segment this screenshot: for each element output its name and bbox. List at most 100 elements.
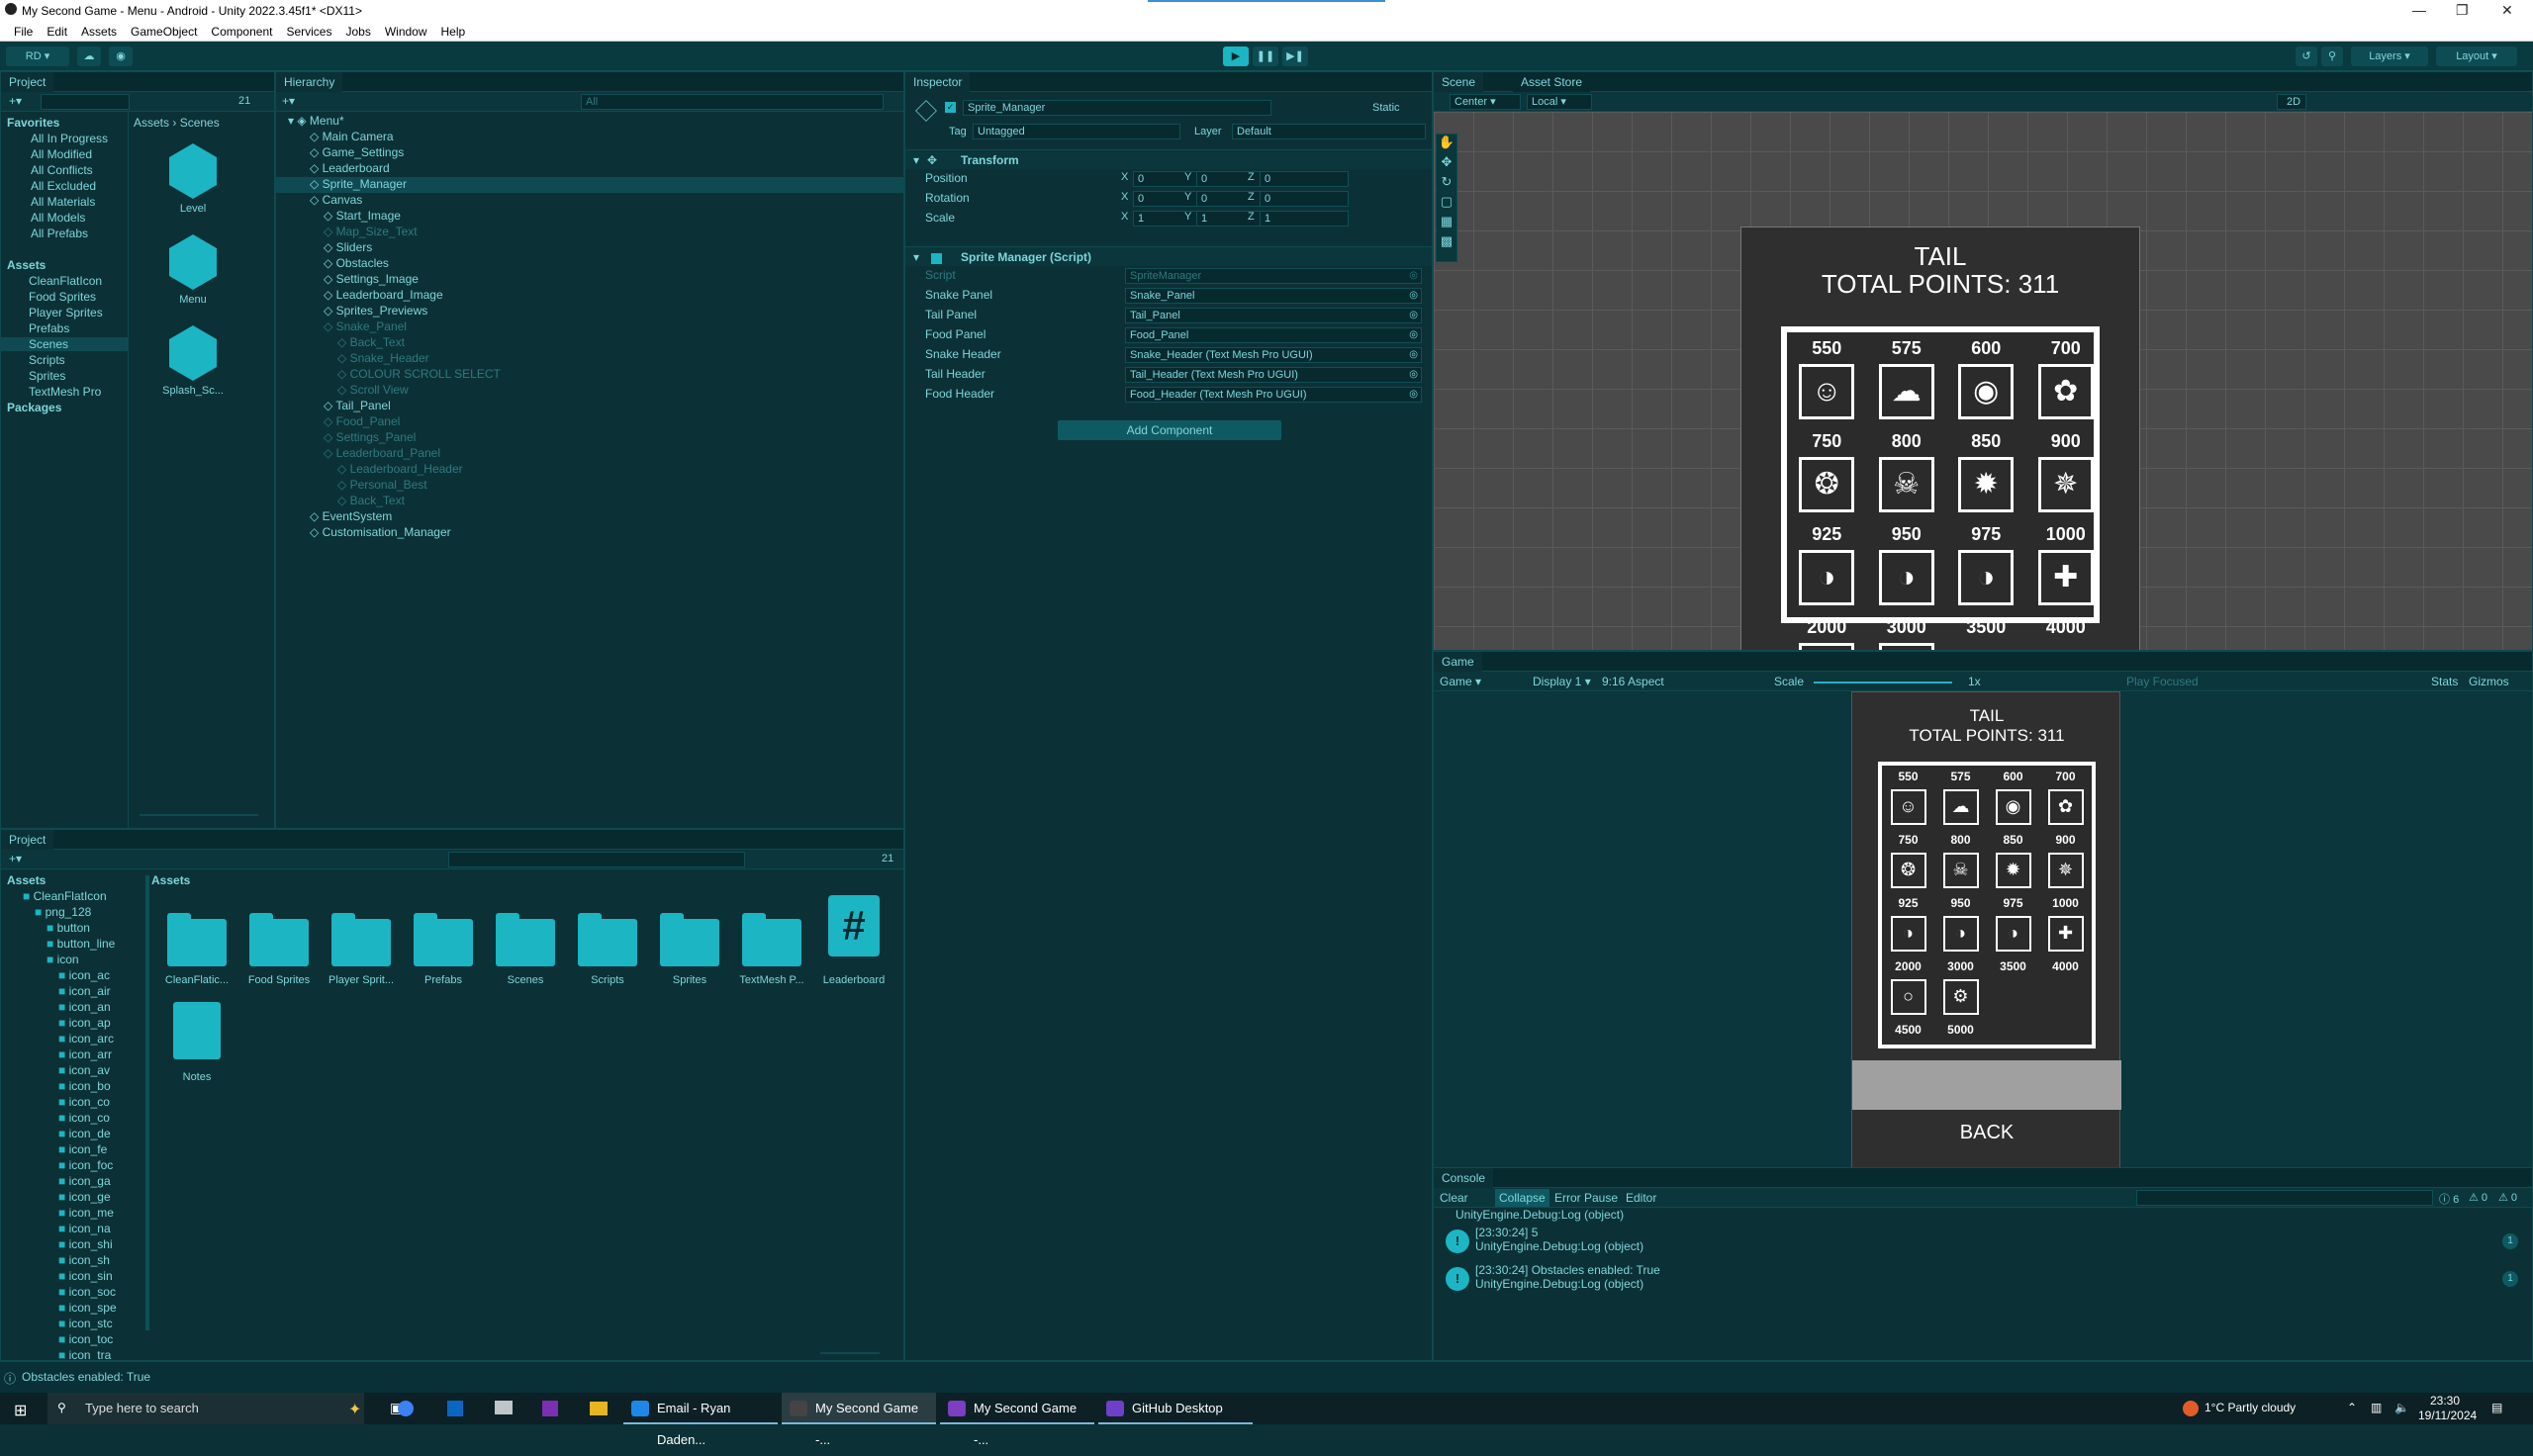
hierarchy-item[interactable]: ◇ Food_Panel [276,414,903,430]
sprite-option-button[interactable]: ✹ [1958,457,2015,512]
hierarchy-item[interactable]: ◇ Snake_Header [276,351,903,367]
asset-tree-item[interactable]: ■ icon_co [58,1111,110,1125]
object-reference-field[interactable]: Snake_Header (Text Mesh Pro UGUI) ◎ [1125,347,1422,363]
sprite-option-button[interactable]: ⚙ [1878,643,1934,650]
file-explorer-icon[interactable] [590,1402,608,1415]
favorites-header[interactable]: Favorites [7,116,59,130]
object-reference-field[interactable]: Tail_Header (Text Mesh Pro UGUI) ◎ [1125,367,1422,383]
sprite-option-button[interactable]: ✚ [2037,550,2094,605]
object-picker-icon[interactable]: ◎ [1409,368,1418,382]
sprite-option-button[interactable]: ✵ [2047,853,2084,888]
asset-tree-item[interactable]: ■ icon_ap [58,1016,111,1030]
tag-dropdown[interactable]: Untagged [973,124,1180,139]
tray-chevron-icon[interactable]: ⌃ [2347,1401,2357,1414]
editor-dropdown[interactable]: Editor [1626,1191,1656,1205]
favorite-item[interactable]: All In Progress [31,132,108,145]
asset-folder-item[interactable]: TextMesh Pro [1,385,128,399]
asset-tree-item[interactable]: ■ icon_arc [58,1032,114,1046]
object-picker-icon[interactable]: ◎ [1409,269,1418,283]
hierarchy-item[interactable]: ◇ Sprites_Previews [276,304,903,319]
folder-icon[interactable] [660,913,719,966]
tab-hierarchy[interactable]: Hierarchy [276,72,343,92]
hierarchy-item[interactable]: ◇ Settings_Panel [276,430,903,446]
minimize-icon[interactable]: — [2412,2,2426,18]
object-picker-icon[interactable]: ◎ [1409,328,1418,342]
warning-count[interactable]: ⚠ 0 [2469,1191,2487,1204]
hierarchy-item[interactable]: ◇ Settings_Image [276,272,903,288]
object-name-field[interactable]: Sprite_Manager [963,100,1271,116]
rotate-tool-icon[interactable]: ↻ [1437,174,1456,194]
active-checkbox[interactable]: ✓ [945,102,956,113]
asset-tree-item[interactable]: ■ icon_shi [58,1237,113,1251]
asset-tree-item[interactable]: ■ icon_av [58,1063,110,1077]
hierarchy-item[interactable]: ◇ Tail_Panel [276,399,903,414]
sprite-option-button[interactable]: ☺ [1799,364,1855,419]
sprite-option-button[interactable]: ✹ [1995,853,2031,888]
hierarchy-item[interactable]: ◇ Leaderboard_Panel [276,446,903,462]
sprite-option-button[interactable]: ✚ [2047,916,2084,952]
menu-item-component[interactable]: Component [211,25,272,39]
hierarchy-item[interactable]: ◇ Personal_Best [276,478,903,494]
log-count[interactable]: ⓘ 6 [2439,1191,2459,1207]
hierarchy-item[interactable]: ◇ Main Camera [276,130,903,145]
sprite-option-button[interactable]: ☺ [1890,789,1926,825]
stats-button[interactable]: Stats [2431,675,2458,688]
folder-icon[interactable] [414,913,473,966]
collapse-button[interactable]: Collapse [1495,1189,1549,1207]
folder-icon[interactable] [167,913,227,966]
pause-button[interactable]: ❚❚ [1253,46,1278,66]
asset-tree-item[interactable]: ■ icon_sh [58,1253,110,1267]
object-picker-icon[interactable]: ◎ [1409,348,1418,362]
volume-icon[interactable]: 🔈 [2394,1401,2409,1414]
asset-tree-item[interactable]: ■ icon_toc [58,1332,113,1346]
object-reference-field[interactable]: Tail_Panel ◎ [1125,308,1422,323]
asset-folder-item[interactable]: CleanFlatIcon [1,274,128,288]
error-count[interactable]: ⚠ 0 [2498,1191,2517,1204]
hierarchy-item[interactable]: ◇ Game_Settings [276,145,903,161]
folder-icon[interactable] [331,913,391,966]
asset-tree-item[interactable]: ■ icon_arr [58,1047,112,1061]
sprite-option-button[interactable]: ◉ [1958,364,2015,419]
object-reference-field[interactable]: Snake_Panel ◎ [1125,288,1422,304]
menu-item-services[interactable]: Services [286,25,331,39]
log-trace[interactable]: UnityEngine.Debug:Log (object) [1475,1277,1643,1291]
packages-header[interactable]: Packages [7,401,61,414]
tab-console[interactable]: Console [1434,1168,1494,1188]
clock-date[interactable]: 19/11/2024 [2418,1409,2477,1422]
sprite-option-button[interactable]: ○ [1799,643,1855,650]
asset-tree-item[interactable]: ■ png_128 [35,905,91,919]
pivot-dropdown[interactable]: Center ▾ [1450,94,1521,110]
status-message[interactable]: Obstacles enabled: True [22,1370,150,1384]
outlook-icon[interactable] [447,1401,463,1416]
unity-scene-icon[interactable] [169,325,217,381]
sprite-option-button[interactable]: ✵ [2037,457,2094,512]
weather-text[interactable]: 1°C Partly cloudy [2205,1401,2296,1414]
asset-tree-item[interactable]: ■ icon_me [58,1206,114,1220]
history-icon[interactable]: ↺ [2296,46,2317,66]
object-picker-icon[interactable]: ◎ [1409,289,1418,303]
asset-folder-item[interactable]: Sprites [1,369,128,383]
rect-tool-icon[interactable]: ▦ [1437,214,1456,233]
account-button[interactable]: RD ▾ [6,46,69,66]
transform-z-field[interactable]: 1 [1260,211,1349,227]
asset-tree-item[interactable]: ■ icon_ge [58,1190,111,1204]
object-reference-field[interactable]: Food_Header (Text Mesh Pro UGUI) ◎ [1125,387,1422,403]
folder-icon[interactable] [249,913,309,966]
back-button[interactable]: BACK [1852,1118,2121,1147]
favorite-item[interactable]: All Models [31,211,85,225]
log-message[interactable]: [23:30:24] 5 [1475,1226,1538,1239]
asset-tree-item[interactable]: ■ icon_foc [58,1158,113,1172]
asset-tree-item[interactable]: ■ button_line [47,937,115,951]
favorite-item[interactable]: All Excluded [31,179,96,193]
sprite-option-button[interactable]: ○ [1890,979,1926,1015]
hierarchy-search-input[interactable]: All [581,94,884,110]
asset-folder-item[interactable]: Scripts [1,353,128,367]
asset-tree-item[interactable]: ■ icon_bo [58,1079,111,1093]
onenote-icon[interactable] [542,1401,558,1416]
object-reference-field[interactable]: Food_Panel ◎ [1125,327,1422,343]
tab-game[interactable]: Game [1434,652,1482,672]
assets-header[interactable]: Assets [7,258,46,272]
taskbar-app[interactable]: My Second Game -... [940,1393,1094,1447]
menu-item-file[interactable]: File [14,25,33,39]
zoom-slider[interactable] [140,814,258,816]
